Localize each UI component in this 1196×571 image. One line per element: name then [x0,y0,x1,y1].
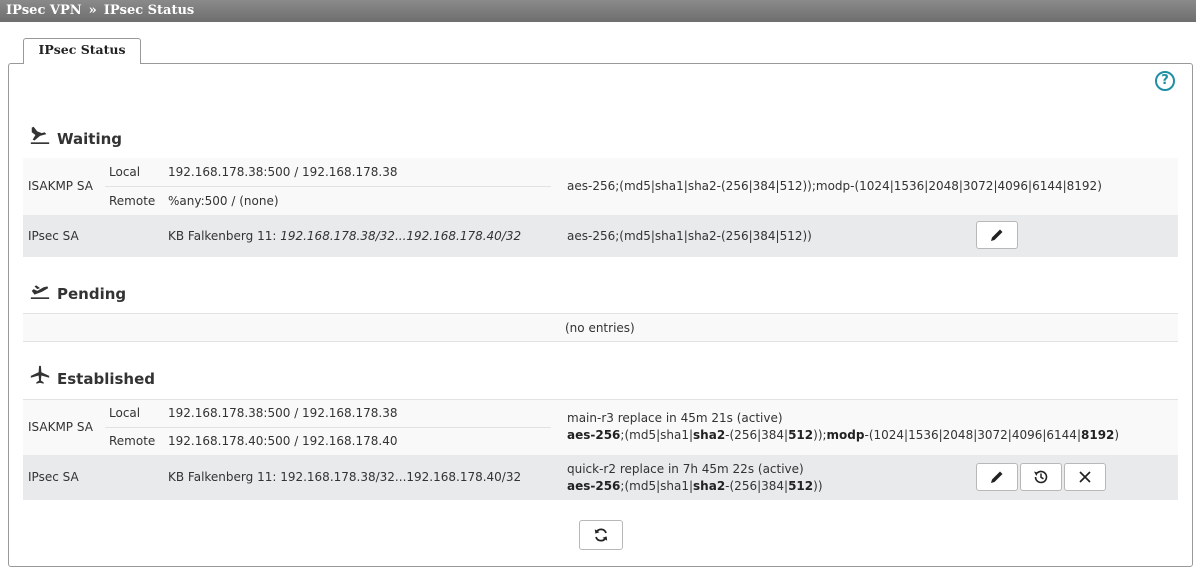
connection-text: KB Falkenberg 11: 192.168.178.38/32...19… [168,229,521,243]
tab-ipsec-status[interactable]: IPsec Status [23,38,141,64]
proposal-part: )) [813,479,823,493]
help-circle-icon[interactable]: ? [1155,71,1175,91]
plane-icon [30,365,50,384]
refresh-button[interactable] [579,520,623,550]
edit-button[interactable] [976,221,1018,249]
remote-address: 192.168.178.40:500 / 192.168.178.40 [168,434,398,448]
proposal-part: )); [813,428,827,442]
local-address: 192.168.178.38:500 / 192.168.178.38 [168,165,398,179]
proposal-part: ;(md5|sha1| [620,428,694,442]
proposal-text: aes-256;(md5|sha1|sha2-(256|384|512));mo… [567,179,1102,193]
sa-type-label: IPsec SA [28,470,79,484]
plane-takeoff-icon [30,285,50,299]
proposal-part: -(256|384| [725,479,789,493]
remote-label: Remote [109,434,156,448]
section-established-title: Established [57,370,156,388]
proposal-text: aes-256;(md5|sha1|sha2-(256|384|512));mo… [567,428,1119,442]
sa-status-text: main-r3 replace in 45m 21s (active) [567,411,783,425]
breadcrumb-parent[interactable]: IPsec VPN [6,3,82,18]
row-divider [105,427,551,428]
established-isakmp-row: ISAKMP SA Local 192.168.178.38:500 / 192… [23,399,1178,455]
waiting-isakmp-row: ISAKMP SA Local 192.168.178.38:500 / 192… [23,158,1178,215]
disconnect-button[interactable] [1064,463,1106,491]
proposal-dh-size: 8192 [1081,428,1115,442]
proposal-dh: modp [826,428,865,442]
sa-type-label: ISAKMP SA [28,179,93,193]
connection-networks: 192.168.178.38/32...192.168.178.40/32 [280,229,522,243]
sa-type-label: IPsec SA [28,229,79,243]
restart-button[interactable] [1020,463,1062,491]
connection-text: KB Falkenberg 11: 192.168.178.38/32...19… [168,470,522,484]
section-waiting-title: Waiting [57,130,123,148]
local-address: 192.168.178.38:500 / 192.168.178.38 [168,406,398,420]
proposal-text: aes-256;(md5|sha1|sha2-(256|384|512)) [567,479,823,493]
proposal-hash: sha2 [693,428,726,442]
proposal-cipher: aes-256 [567,479,621,493]
proposal-part: ) [1114,428,1120,442]
close-icon [1079,471,1091,483]
proposal-part: ;(md5|sha1| [620,479,694,493]
proposal-hash: sha2 [693,479,726,493]
breadcrumb-current: IPsec Status [103,3,195,18]
local-label: Local [109,165,141,179]
proposal-hash-size: 512 [788,479,814,493]
proposal-cipher: aes-256 [567,428,621,442]
sa-status-text: quick-r2 replace in 7h 45m 22s (active) [567,462,804,476]
local-label: Local [109,406,141,420]
proposal-text: aes-256;(md5|sha1|sha2-(256|384|512)) [567,229,812,243]
waiting-ipsec-row: IPsec SA KB Falkenberg 11: 192.168.178.3… [23,215,1178,257]
edit-button[interactable] [976,463,1018,491]
breadcrumb: IPsec VPN » IPsec Status [0,0,1196,22]
proposal-part: -(1024|1536|2048|3072|4096|6144| [864,428,1081,442]
refresh-icon [594,528,608,542]
plane-landing-icon [30,126,50,144]
established-ipsec-row: IPsec SA KB Falkenberg 11: 192.168.178.3… [23,455,1178,500]
history-icon [1034,470,1048,484]
pencil-icon [991,471,1003,483]
sa-type-label: ISAKMP SA [28,420,93,434]
breadcrumb-separator: » [88,3,97,18]
section-pending-title: Pending [57,285,127,303]
proposal-part: -(256|384| [725,428,789,442]
pencil-icon [991,229,1003,241]
proposal-hash-size: 512 [788,428,814,442]
row-divider [105,186,551,187]
connection-name: KB Falkenberg 11: [168,229,281,243]
no-entries-text: (no entries) [565,321,635,335]
pending-empty-row: (no entries) [23,313,1178,342]
remote-address: %any:500 / (none) [168,194,279,208]
remote-label: Remote [109,194,156,208]
